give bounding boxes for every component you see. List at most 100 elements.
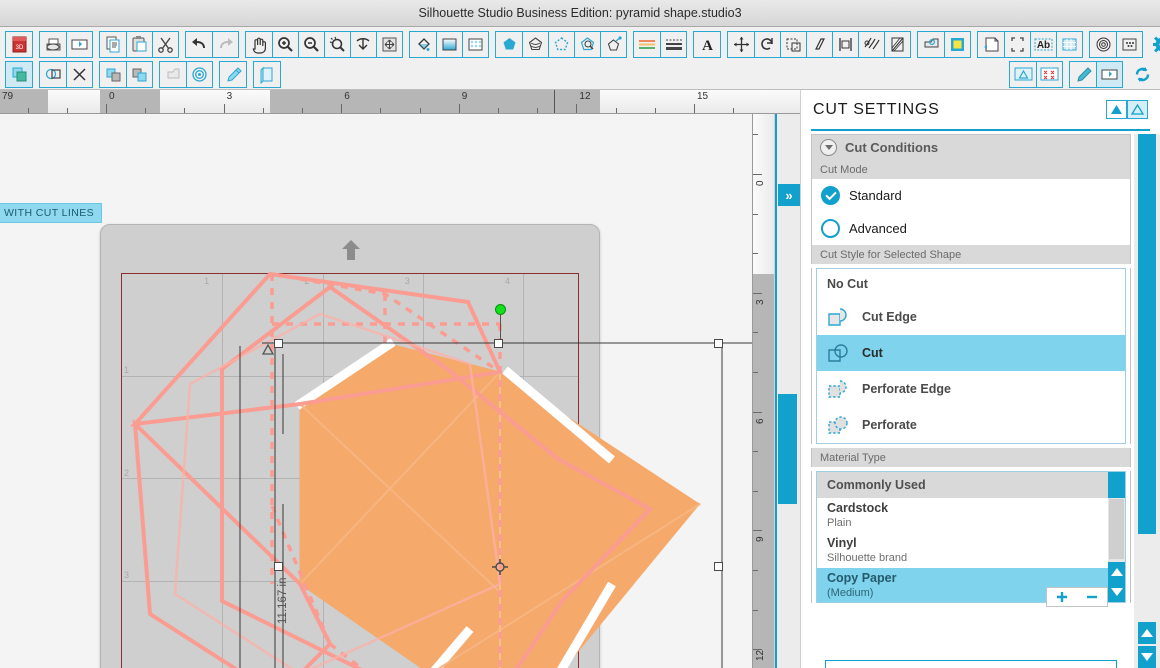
refresh-sync-icon[interactable] (1129, 62, 1155, 87)
cut-style-option-cut-edge[interactable]: Cut Edge (817, 299, 1125, 335)
sketch-dots-icon[interactable] (1116, 31, 1142, 57)
remove-material-button[interactable] (1077, 588, 1107, 606)
align-icon[interactable] (832, 31, 858, 57)
cut-scissors-icon[interactable] (152, 31, 178, 57)
line-style-icon[interactable] (634, 32, 660, 57)
selection-handle-mid-right[interactable] (714, 562, 723, 571)
vertical-ruler[interactable]: 0 3 6 9 12 (752, 114, 774, 668)
concentric-icon[interactable] (186, 61, 212, 87)
draw-star-edit-icon[interactable] (574, 31, 600, 57)
zoom-in-icon[interactable] (272, 31, 298, 57)
panel-scroll-thumb[interactable] (1138, 134, 1156, 534)
cut-conditions-section-header[interactable]: Cut Conditions (811, 134, 1131, 160)
material-type-list[interactable]: Commonly Used Cardstock Plain Vinyl Silh… (816, 471, 1126, 603)
cut-mode-option-standard[interactable]: Standard (812, 179, 1130, 212)
svg-text:Ab: Ab (1037, 40, 1050, 51)
material-scroll-thumb[interactable] (1109, 499, 1124, 559)
print-icon[interactable] (40, 32, 66, 57)
selection-handle-top-right[interactable] (714, 339, 723, 348)
cut-preview-outline-icon[interactable] (1010, 62, 1036, 87)
weld-icon[interactable] (40, 62, 66, 87)
material-item-cardstock[interactable]: Cardstock Plain (817, 498, 1125, 533)
draw-star-icon[interactable] (548, 31, 574, 57)
ruler-tick (694, 104, 695, 113)
design-canvas[interactable]: 1 2 3 4 1 2 3 11.167 in (0, 114, 752, 668)
radio-standard-icon[interactable] (821, 186, 840, 205)
panel-vertical-scrollbar[interactable] (1134, 134, 1160, 668)
scrollbar-thumb[interactable] (778, 394, 797, 504)
cut-style-option-perforate[interactable]: Perforate (817, 407, 1125, 443)
page-setup-icon[interactable] (978, 32, 1004, 57)
horizontal-ruler[interactable]: 79 0 3 6 9 12 15 (0, 90, 800, 114)
draw-shape-node-icon[interactable] (600, 31, 626, 57)
redo-icon[interactable] (212, 31, 238, 57)
replicate-icon[interactable] (858, 31, 884, 57)
send-to-cutter-icon[interactable] (1096, 61, 1122, 87)
zoom-page-icon[interactable] (376, 31, 402, 57)
panel-scroll-down-arrow[interactable] (1138, 646, 1156, 668)
move-transform-icon[interactable] (728, 32, 754, 57)
cut-style-option-cut[interactable]: Cut (817, 335, 1125, 371)
send-to-silhouette-icon[interactable] (66, 31, 92, 57)
select-tool-icon[interactable] (6, 61, 32, 87)
spiral-effect-icon[interactable] (1090, 32, 1116, 57)
book-library-icon[interactable] (254, 62, 280, 87)
toolbar-group-shapes (495, 30, 627, 58)
bring-forward-icon[interactable] (100, 62, 126, 87)
zoom-fit-icon[interactable] (350, 31, 376, 57)
toolbar-group-page: Ab (977, 30, 1083, 58)
shape-fill-icon[interactable] (160, 62, 186, 87)
expand-all-button[interactable] (1127, 100, 1148, 119)
material-sub: Silhouette brand (827, 552, 908, 564)
cut-style-option-perforate-edge[interactable]: Perforate Edge (817, 371, 1125, 407)
send-backward-icon[interactable] (126, 61, 152, 87)
cut-mode-option-advanced[interactable]: Advanced (812, 212, 1130, 245)
gradient-fill-icon[interactable] (436, 31, 462, 57)
line-thickness-icon[interactable] (660, 31, 686, 57)
chevron-down-icon[interactable] (820, 139, 837, 156)
send-to-silhouette-button[interactable]: Send to Silhouette (825, 660, 1117, 668)
paste-icon[interactable] (126, 31, 152, 57)
toolbar-row-1: 3D A Ab (2, 29, 1160, 59)
preferences-gear-icon[interactable] (1149, 32, 1160, 57)
radio-advanced-icon[interactable] (821, 219, 840, 238)
add-material-button[interactable] (1047, 588, 1077, 606)
rotation-pivot-icon[interactable] (492, 559, 508, 575)
text-style-ab-icon[interactable]: Ab (1030, 31, 1056, 57)
text-tool-icon[interactable]: A (694, 32, 720, 57)
new-document-icon[interactable]: 3D (6, 32, 32, 57)
offset-icon[interactable] (944, 31, 970, 57)
registration-marks-icon[interactable] (1004, 31, 1030, 57)
collapse-all-button[interactable] (1106, 100, 1127, 119)
material-scroll-down-arrow[interactable] (1108, 582, 1125, 602)
material-scroll-up-arrow[interactable] (1108, 562, 1125, 582)
material-item-vinyl[interactable]: Vinyl Silhouette brand (817, 533, 1125, 568)
fill-color-icon[interactable] (410, 32, 436, 57)
with-cut-lines-tab[interactable]: WITH CUT LINES (0, 203, 102, 223)
selection-handle-top-center[interactable] (494, 339, 503, 348)
pen-holder-icon[interactable] (1070, 62, 1096, 87)
scale-icon[interactable] (780, 31, 806, 57)
knife-icon[interactable] (66, 61, 92, 87)
pattern-fill-icon[interactable] (462, 31, 488, 57)
modify-icon[interactable] (918, 32, 944, 57)
zoom-out-icon[interactable] (298, 31, 324, 57)
undo-icon[interactable] (186, 32, 212, 57)
cut-style-option-no-cut[interactable]: No Cut (817, 269, 1125, 299)
copy-icon[interactable] (100, 32, 126, 57)
cut-preview-pattern-icon[interactable] (1036, 61, 1062, 87)
rotate-icon[interactable] (754, 31, 780, 57)
draw-curve-shape-icon[interactable] (522, 31, 548, 57)
rotation-handle[interactable] (495, 304, 506, 315)
material-list-scrollbar[interactable] (1108, 472, 1125, 602)
grid-settings-icon[interactable] (1056, 31, 1082, 57)
draw-polygon-icon[interactable] (496, 32, 522, 57)
panel-expand-icon[interactable]: » (778, 184, 800, 206)
pan-hand-icon[interactable] (246, 32, 272, 57)
selection-handle-mid-left[interactable] (274, 562, 283, 571)
pen-tool-icon[interactable] (220, 62, 246, 87)
nesting-icon[interactable] (884, 31, 910, 57)
panel-scroll-up-arrow[interactable] (1138, 622, 1156, 644)
zoom-selection-icon[interactable] (324, 31, 350, 57)
shear-icon[interactable] (806, 31, 832, 57)
